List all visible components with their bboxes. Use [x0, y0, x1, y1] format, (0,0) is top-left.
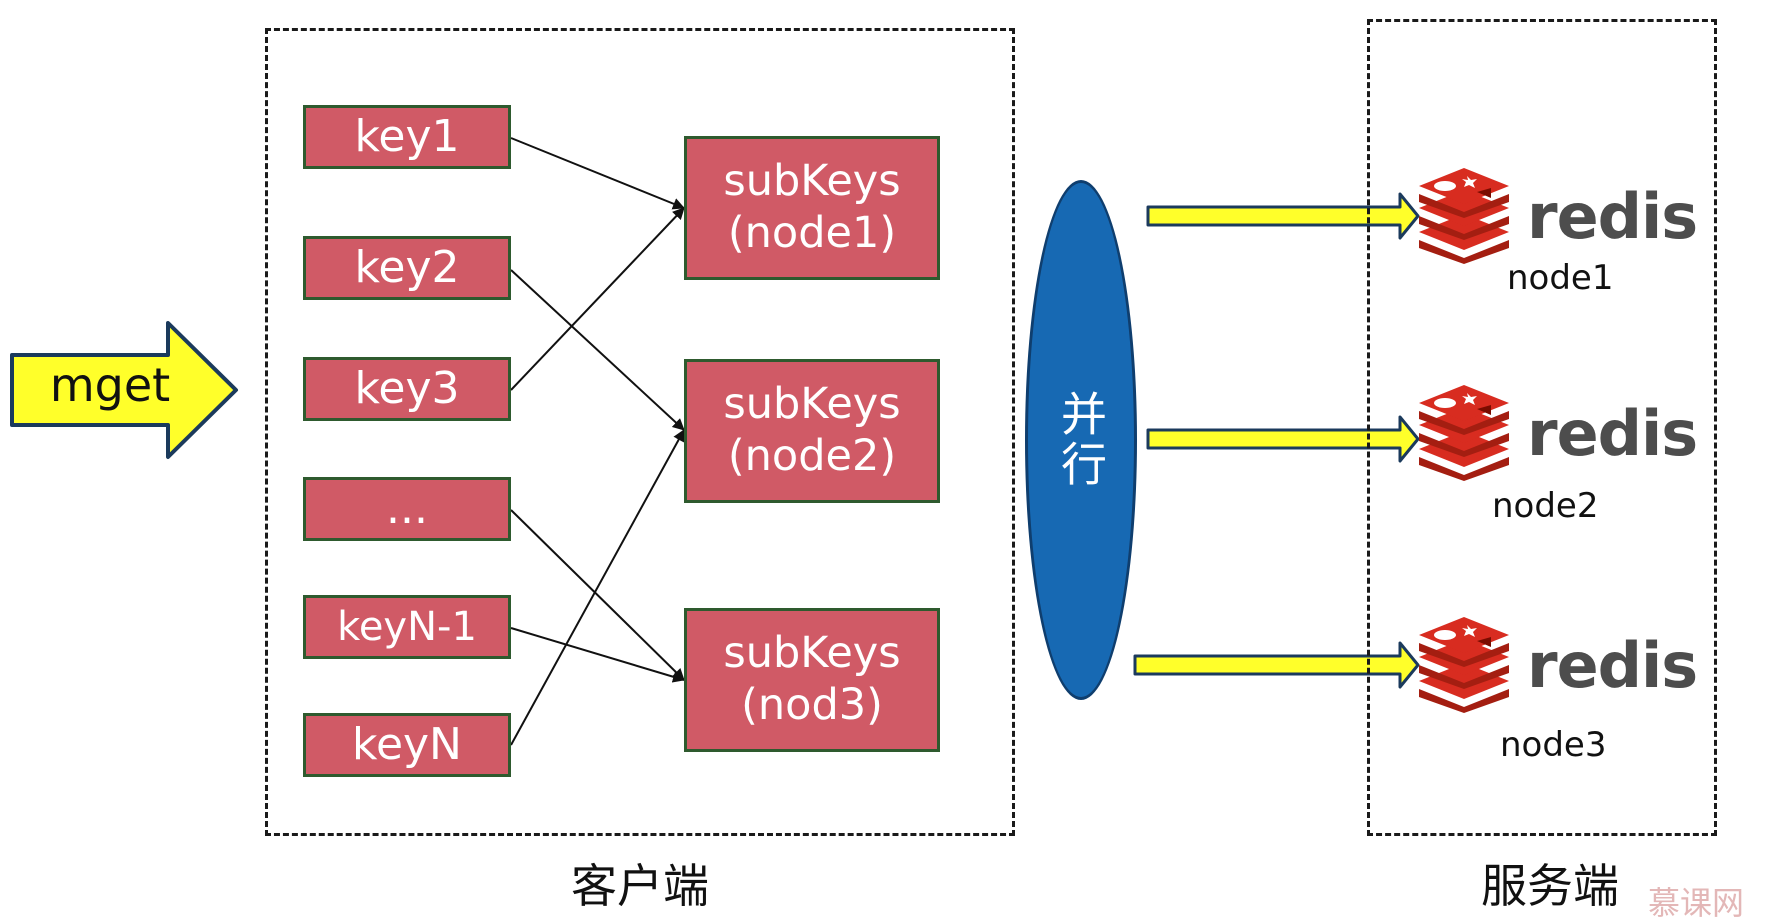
- key-box-key1: key1: [303, 105, 511, 169]
- redis-stack-icon: [1419, 385, 1509, 481]
- redis-logo-node3: redis: [1415, 617, 1698, 713]
- redis-wordmark: redis: [1527, 396, 1698, 470]
- redis-logo-node1: redis: [1415, 168, 1698, 264]
- subkeys-title: subKeys: [723, 628, 901, 679]
- parallel-label: 并行: [1054, 390, 1108, 490]
- watermark-logo: 慕课网: [1648, 884, 1745, 922]
- node-label-node1: node1: [1507, 258, 1614, 298]
- subkeys-title: subKeys: [723, 156, 901, 207]
- subkeys-node: (node1): [727, 208, 897, 258]
- redis-wordmark: redis: [1527, 179, 1698, 253]
- subkeys-node: (node2): [727, 431, 897, 481]
- key-box-keyN: keyN: [303, 713, 511, 777]
- key-box-ellipsis: ...: [303, 477, 511, 541]
- node-label-node2: node2: [1492, 486, 1599, 526]
- parallel-oval: 并行: [1025, 180, 1137, 700]
- redis-wordmark: redis: [1527, 628, 1698, 702]
- mget-label: mget: [49, 358, 171, 412]
- server-label: 服务端: [1481, 859, 1619, 913]
- subkeys-box-node2: subKeys (node2): [684, 359, 940, 503]
- subkeys-node: (nod3): [741, 680, 883, 730]
- subkeys-title: subKeys: [723, 379, 901, 430]
- key-box-key2: key2: [303, 236, 511, 300]
- subkeys-box-node1: subKeys (node1): [684, 136, 940, 280]
- client-label: 客户端: [571, 859, 709, 913]
- key-box-keyN-1: keyN-1: [303, 595, 511, 659]
- redis-stack-icon: [1419, 168, 1509, 264]
- node-label-node3: node3: [1500, 725, 1607, 765]
- redis-logo-node2: redis: [1415, 385, 1698, 481]
- key-box-key3: key3: [303, 357, 511, 421]
- redis-stack-icon: [1419, 617, 1509, 713]
- subkeys-box-node3: subKeys (nod3): [684, 608, 940, 752]
